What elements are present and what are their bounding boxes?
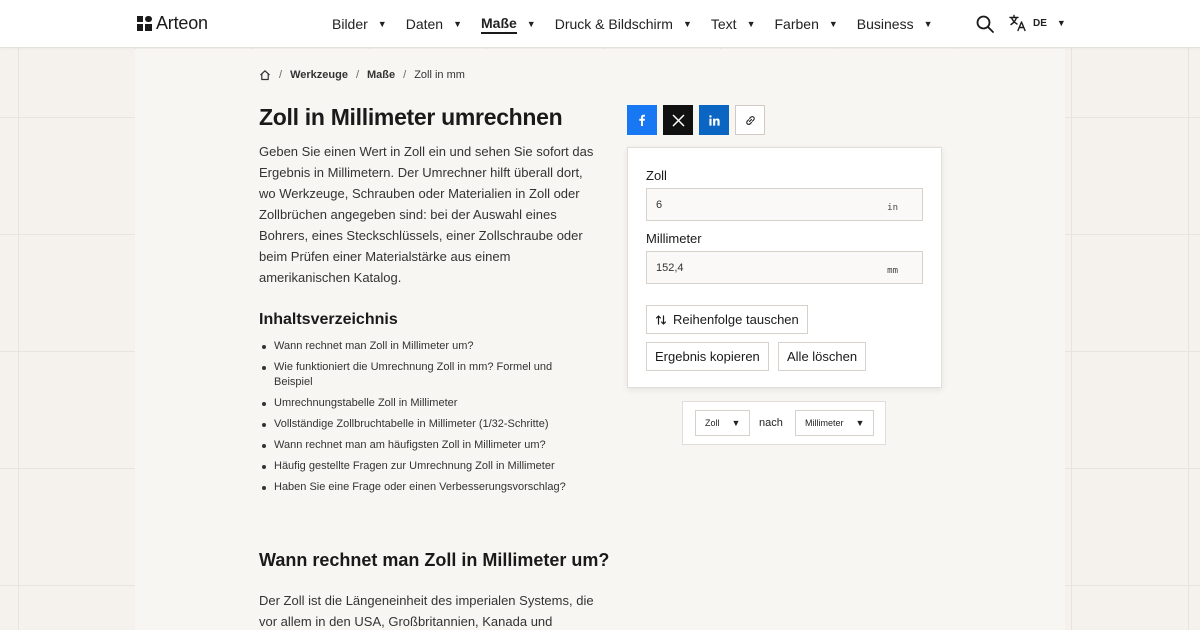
main-content: / Werkzeuge / Maße / Zoll in mm Zoll in … [135, 49, 1065, 630]
toc-item[interactable]: Wie funktioniert die Umrechnung Zoll in … [259, 360, 579, 390]
swap-icon [655, 314, 667, 325]
clear-all-label: Alle löschen [787, 349, 858, 364]
share-linkedin-button[interactable] [699, 105, 729, 135]
share-buttons [627, 105, 765, 135]
nav-label: Text [710, 16, 737, 32]
breadcrumb-separator: / [403, 69, 407, 81]
to-unit-select[interactable]: Millimeter ▼ [795, 410, 875, 436]
unit-switcher: Zoll ▼ nach Millimeter ▼ [682, 401, 886, 445]
millimeter-unit: mm [887, 266, 898, 276]
nav-item-bilder[interactable]: Bilder ▼ [332, 0, 387, 48]
breadcrumb-item-current: Zoll in mm [414, 69, 465, 81]
breadcrumb: / Werkzeuge / Maße / Zoll in mm [259, 69, 465, 81]
link-icon [745, 115, 755, 125]
millimeter-label: Millimeter [646, 231, 702, 246]
search-icon [976, 15, 994, 33]
nav-item-masse[interactable]: Maße ▼ [481, 0, 536, 48]
swap-order-label: Reihenfolge tauschen [673, 312, 799, 327]
caret-down-icon: ▼ [1056, 18, 1066, 28]
caret-down-icon: ▼ [731, 418, 741, 428]
linkedin-icon [708, 114, 720, 126]
language-code: DE [1033, 17, 1047, 29]
logo-icon [137, 16, 152, 31]
intro-text: Geben Sie einen Wert in Zoll ein und seh… [259, 144, 594, 285]
copy-result-button[interactable]: Ergebnis kopieren [646, 342, 769, 371]
main-nav: Bilder ▼ Daten ▼ Maße ▼ Druck & Bildschi… [332, 0, 952, 48]
breadcrumb-separator: / [355, 69, 359, 81]
to-unit-value: Millimeter [805, 418, 844, 428]
toc-item[interactable]: Haben Sie eine Frage oder einen Verbesse… [259, 480, 579, 495]
nav-label: Business [856, 16, 914, 32]
zoll-label: Zoll [646, 168, 667, 183]
toc-title: Inhaltsverzeichnis [259, 311, 398, 328]
facebook-icon [639, 114, 645, 126]
zoll-input[interactable] [647, 189, 867, 220]
section-text: Der Zoll ist die Längeneinheit des imper… [259, 593, 594, 629]
share-x-button[interactable] [663, 105, 693, 135]
clear-all-button[interactable]: Alle löschen [778, 342, 867, 371]
caret-down-icon: ▼ [923, 19, 933, 29]
x-icon [672, 114, 684, 126]
millimeter-field: mm [646, 251, 923, 284]
nav-item-business[interactable]: Business ▼ [857, 0, 933, 48]
nav-label: Farben [774, 16, 819, 32]
nav-label: Maße [481, 15, 517, 34]
caret-down-icon: ▼ [855, 418, 865, 428]
caret-down-icon: ▼ [377, 19, 387, 29]
toc-item[interactable]: Umrechnungstabelle Zoll in Millimeter [259, 396, 579, 411]
nav-label: Bilder [332, 16, 368, 32]
toc-item[interactable]: Häufig gestellte Fragen zur Umrechnung Z… [259, 459, 579, 474]
nav-item-daten[interactable]: Daten ▼ [406, 0, 462, 48]
nav-label: Druck & Bildschirm [554, 16, 673, 32]
toc-item[interactable]: Wann rechnet man Zoll in Millimeter um? [259, 339, 579, 354]
swap-order-button[interactable]: Reihenfolge tauschen [646, 305, 808, 334]
caret-down-icon: ▼ [526, 19, 536, 29]
breadcrumb-item-werkzeuge[interactable]: Werkzeuge [290, 69, 348, 81]
caret-down-icon: ▼ [453, 19, 462, 29]
toc-item[interactable]: Wann rechnet man am häufigsten Zoll in M… [259, 438, 579, 453]
search-button[interactable] [975, 14, 995, 34]
caret-down-icon: ▼ [746, 19, 756, 29]
breadcrumb-item-masse[interactable]: Maße [367, 69, 395, 81]
nav-item-farben[interactable]: Farben ▼ [775, 0, 838, 48]
millimeter-input[interactable] [647, 252, 867, 283]
caret-down-icon: ▼ [828, 19, 838, 29]
top-navigation-bar: Arteon Bilder ▼ Daten ▼ Maße ▼ Druck & B… [0, 0, 1200, 48]
connector-text: nach [759, 417, 783, 429]
home-icon[interactable] [259, 69, 271, 81]
share-facebook-button[interactable] [627, 105, 657, 135]
nav-label: Daten [405, 16, 444, 32]
section-heading: Wann rechnet man Zoll in Millimeter um? [259, 550, 610, 570]
brand-logo[interactable]: Arteon [137, 13, 208, 34]
copy-result-label: Ergebnis kopieren [655, 349, 760, 364]
zoll-unit: in [887, 203, 898, 213]
translate-icon [1009, 14, 1026, 32]
nav-item-druck-bildschirm[interactable]: Druck & Bildschirm ▼ [555, 0, 692, 48]
converter-card: Zoll in Millimeter mm Reihenfolge tausch… [627, 147, 942, 388]
nav-item-text[interactable]: Text ▼ [711, 0, 756, 48]
brand-name: Arteon [156, 13, 208, 33]
toc-item[interactable]: Vollständige Zollbruchtabelle in Millime… [259, 417, 579, 432]
toc-list: Wann rechnet man Zoll in Millimeter um? … [259, 339, 579, 501]
zoll-field: in [646, 188, 923, 221]
breadcrumb-separator: / [279, 69, 283, 81]
caret-down-icon: ▼ [682, 19, 692, 29]
from-unit-select[interactable]: Zoll ▼ [695, 410, 751, 436]
page-title: Zoll in Millimeter umrechnen [259, 104, 563, 130]
copy-link-button[interactable] [735, 105, 765, 135]
language-switcher[interactable]: DE ▼ [1009, 14, 1066, 32]
from-unit-value: Zoll [705, 418, 720, 428]
